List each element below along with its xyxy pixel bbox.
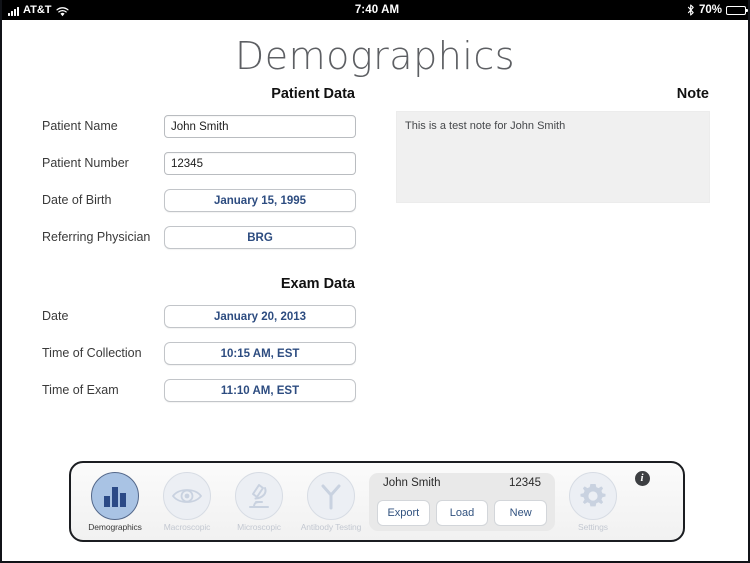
form-row-time-of-exam: Time of Exam 11:10 AM, EST <box>42 375 356 405</box>
status-bar-right: 70% <box>687 4 748 16</box>
input-patient-number[interactable]: 12345 <box>164 151 356 175</box>
tab-label-microscopic: Microscopic <box>237 521 281 532</box>
label-time-of-collection: Time of Collection <box>42 346 142 360</box>
microscope-icon <box>235 471 283 520</box>
tab-antibody-testing[interactable]: Antibody Testing <box>295 471 367 532</box>
note-heading: Note <box>676 86 709 102</box>
form-row-date-of-birth: Date of Birth January 15, 1995 <box>42 185 356 215</box>
antibody-icon <box>307 471 355 520</box>
label-date-of-birth: Date of Birth <box>42 193 112 207</box>
battery-icon <box>726 5 748 15</box>
button-referring-physician[interactable]: BRG <box>164 225 356 249</box>
label-exam-date: Date <box>42 309 69 323</box>
info-icon[interactable]: i <box>634 471 650 486</box>
form-row-patient-name: Patient Name John Smith <box>42 111 356 141</box>
patient-panel-meta: John Smith 12345 <box>377 477 547 489</box>
patient-data-section: Patient Data Patient Name John Smith Pat… <box>42 86 356 252</box>
status-bar: AT&T 7:40 AM 70% <box>2 0 748 20</box>
label-patient-name: Patient Name <box>42 119 118 133</box>
tab-settings[interactable]: Settings <box>557 471 629 532</box>
tab-label-settings: Settings <box>578 521 608 532</box>
status-bar-clock: 7:40 AM <box>354 4 400 16</box>
export-button[interactable]: Export <box>377 499 430 526</box>
bluetooth-icon <box>687 4 695 16</box>
tab-label-macroscopic: Macroscopic <box>163 521 211 532</box>
tab-macroscopic[interactable]: Macroscopic <box>151 471 223 532</box>
button-time-of-exam[interactable]: 11:10 AM, EST <box>164 378 356 402</box>
note-textarea[interactable]: This is a test note for John Smith <box>396 111 710 203</box>
form-row-patient-number: Patient Number 12345 <box>42 148 356 178</box>
patient-panel: John Smith 12345 Export Load New <box>369 472 555 531</box>
bar-chart-icon <box>91 471 139 520</box>
forms-column: Patient Data Patient Name John Smith Pat… <box>42 86 356 412</box>
tab-microscopic[interactable]: Microscopic <box>223 471 295 532</box>
button-date-of-birth[interactable]: January 15, 1995 <box>164 188 356 212</box>
tab-label-antibody-testing: Antibody Testing <box>300 521 362 532</box>
eye-icon <box>163 471 211 520</box>
ipad-screen: AT&T 7:40 AM 70% Demographics Patient Da… <box>0 0 750 563</box>
form-row-exam-date: Date January 20, 2013 <box>42 301 356 331</box>
page-title: Demographics <box>234 34 516 78</box>
button-exam-date[interactable]: January 20, 2013 <box>164 304 356 328</box>
label-referring-physician: Referring Physician <box>42 230 151 244</box>
form-row-referring-physician: Referring Physician BRG <box>42 222 356 252</box>
input-patient-name[interactable]: John Smith <box>164 114 356 138</box>
label-patient-number: Patient Number <box>42 156 129 170</box>
button-time-of-collection[interactable]: 10:15 AM, EST <box>164 341 356 365</box>
exam-data-heading: Exam Data <box>280 276 355 292</box>
patient-panel-number: 12345 <box>509 476 541 489</box>
tab-label-demographics: Demographics <box>88 521 142 532</box>
info-button-wrap: i <box>629 471 655 486</box>
gear-icon <box>569 471 617 520</box>
load-button[interactable]: Load <box>435 499 489 526</box>
note-column: Note This is a test note for John Smith <box>396 86 710 203</box>
patient-panel-actions: Export Load New <box>377 499 548 526</box>
form-row-time-of-collection: Time of Collection 10:15 AM, EST <box>42 338 356 368</box>
battery-percent-label: 70% <box>698 4 722 16</box>
tab-demographics[interactable]: Demographics <box>79 471 151 532</box>
new-button[interactable]: New <box>494 499 548 526</box>
label-time-of-exam: Time of Exam <box>42 383 119 397</box>
exam-data-section: Exam Data Date January 20, 2013 Time of … <box>42 276 356 405</box>
bottom-toolbar: Demographics Macroscopic Microscopic Ant… <box>69 461 685 542</box>
patient-panel-name: John Smith <box>383 476 441 489</box>
patient-data-heading: Patient Data <box>271 86 355 102</box>
